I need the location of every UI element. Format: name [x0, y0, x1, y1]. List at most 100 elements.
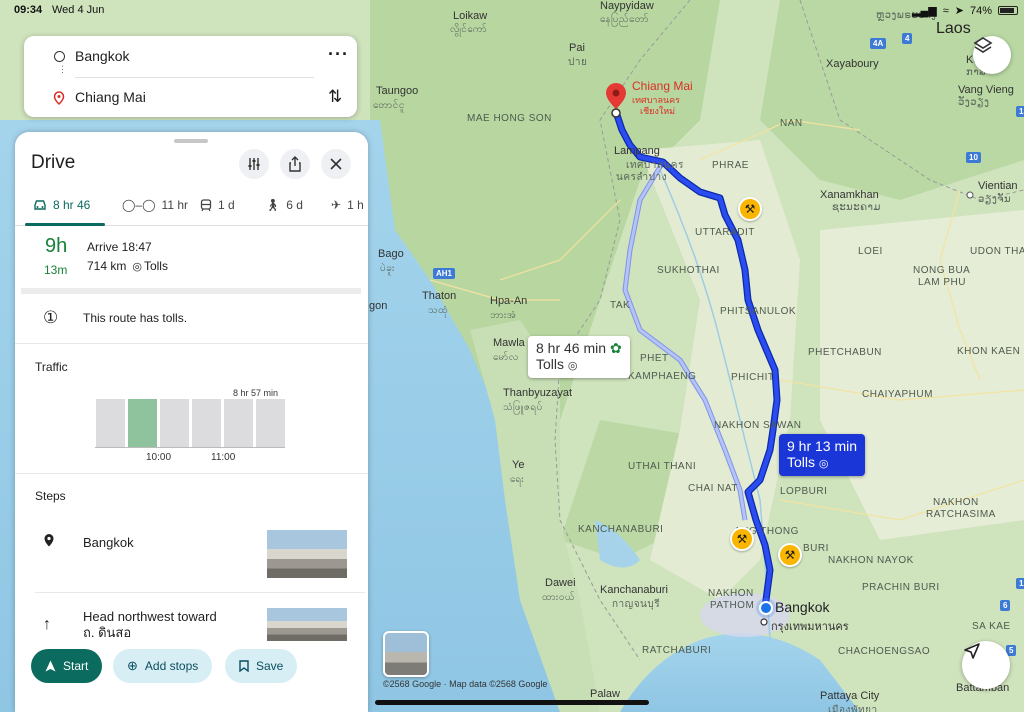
place-label: กาญจนบุรี — [612, 599, 661, 610]
place-label: Xanamkhan — [820, 189, 879, 201]
more-options-icon[interactable]: ··· — [328, 44, 349, 65]
place-label: Thanbyuzayat — [503, 387, 573, 399]
tab-motorbike-label: 11 hr — [161, 198, 189, 212]
destination-field[interactable]: Chiang Mai — [75, 89, 146, 105]
layers-icon — [973, 37, 993, 53]
traffic-tick: 11:00 — [211, 452, 236, 463]
road-shield: 4 — [902, 33, 913, 44]
main-route-time: 9 hr 13 min — [787, 438, 858, 454]
arrival-time: Arrive 18:47 — [87, 240, 152, 254]
step-item[interactable]: Bangkok — [15, 528, 368, 586]
tab-flight[interactable]: ✈︎ 1 h — [331, 198, 364, 212]
tab-flight-label: 1 h — [347, 198, 364, 212]
tab-walk[interactable]: 🚶︎ 6 d — [265, 198, 303, 212]
place-label: ရေး — [510, 474, 525, 485]
country-label: Laos — [936, 20, 971, 37]
close-icon — [330, 158, 342, 170]
drag-handle[interactable] — [174, 139, 208, 143]
step-street-view-photo[interactable] — [267, 608, 347, 641]
place-label: NAKHON — [708, 588, 754, 599]
place-label: CHAI NAT — [688, 483, 738, 494]
add-stops-button[interactable]: ⊕ Add stops — [113, 649, 213, 683]
road-shield: AH1 — [433, 268, 456, 279]
place-label: PHETCHABUN — [808, 347, 882, 358]
main-route-badge[interactable]: 9 hr 13 min Tolls ◎ — [779, 434, 866, 476]
tab-transit[interactable]: 1 d — [200, 198, 235, 212]
tab-transit-label: 1 d — [218, 198, 235, 212]
place-label: MAE HONG SON — [467, 113, 552, 124]
recenter-button[interactable] — [962, 641, 1010, 689]
step-text: Bangkok — [83, 535, 134, 550]
place-label: Pai — [569, 42, 585, 54]
roadwork-warning-icon[interactable]: ⚒ — [778, 543, 802, 567]
traffic-bar — [96, 399, 125, 447]
place-label: သထုံ — [428, 305, 449, 316]
directions-card: Bangkok ··· ⋮ Chiang Mai ⇅ — [24, 36, 357, 117]
place-label: PATHOM — [710, 600, 755, 611]
train-icon — [200, 198, 212, 211]
close-button[interactable] — [321, 149, 351, 179]
traffic-axis — [95, 447, 285, 448]
wifi-icon: ≈ — [942, 4, 949, 17]
origin-map-label-thai: กรุงเทพมหานคร — [771, 621, 849, 633]
origin-field[interactable]: Bangkok — [75, 48, 129, 64]
road-shield: 6 — [1000, 600, 1011, 611]
location-icon: ➤ — [954, 5, 964, 17]
step-street-view-photo[interactable] — [267, 530, 347, 578]
share-button[interactable] — [280, 149, 310, 179]
place-label: gon — [369, 300, 388, 312]
place-label: CHAIYAPHUM — [862, 389, 933, 400]
alt-route-badge[interactable]: 8 hr 46 min ✿ Tolls ◎ — [528, 336, 630, 378]
place-label: ຊະນະຄາມ — [832, 202, 881, 213]
step-text: Head northwest toward — [83, 609, 217, 624]
place-label: Xayaboury — [826, 58, 879, 70]
place-label: LAM PHU — [918, 277, 966, 288]
place-label: Dawei — [545, 577, 576, 589]
tab-drive[interactable]: 8 hr 46 — [33, 198, 90, 212]
distance-row: 714 km ◎ Tolls — [87, 259, 168, 273]
leaf-eco-icon: ✿ — [609, 340, 622, 356]
roadwork-warning-icon[interactable]: ⚒ — [738, 197, 762, 221]
steps-heading: Steps — [35, 489, 66, 503]
swap-directions-icon[interactable]: ⇅ — [328, 87, 342, 107]
street-view-thumbnail[interactable] — [383, 631, 429, 677]
destination-pin-icon — [53, 91, 65, 110]
toll-icon: ① — [43, 308, 59, 327]
place-label: ဘားအံ — [490, 310, 517, 321]
place-label: Lampang — [614, 145, 660, 157]
place-label: Pattaya City — [820, 690, 880, 702]
place-label: TAK — [610, 300, 631, 311]
eta-minutes: 13m — [44, 263, 68, 277]
place-label: Hpa-An — [490, 295, 528, 307]
place-label: Vientian — [978, 180, 1018, 192]
travel-mode-tabs: 8 hr 46 ◯–◯ 11 hr 1 d 🚶︎ 6 d ✈︎ 1 h — [15, 190, 368, 226]
toll-icon: ◎ — [818, 458, 829, 470]
map-attribution: ©2568 Google · Map data ©2568 Google — [383, 679, 548, 689]
place-label: RATCHABURI — [642, 645, 712, 656]
route-options-button[interactable] — [239, 149, 269, 179]
step-item[interactable]: ↑ Head northwest toward ถ. ดินสอ — [15, 606, 368, 646]
place-label: PHITSANULOK — [720, 306, 797, 317]
panel-title: Drive — [31, 152, 76, 173]
place-label: UDON THA — [970, 246, 1024, 257]
place-label: Taungoo — [376, 85, 419, 97]
status-time: 09:34 — [14, 4, 43, 16]
start-button[interactable]: Start — [31, 649, 103, 683]
origin-circle-icon — [54, 51, 65, 62]
home-indicator[interactable] — [375, 700, 649, 705]
place-label: UTHAI THANI — [628, 461, 697, 472]
roadwork-warning-icon[interactable]: ⚒ — [730, 527, 754, 551]
layers-button[interactable] — [973, 36, 1011, 74]
save-button[interactable]: Save — [225, 649, 298, 683]
place-label: Mawla — [493, 337, 525, 349]
status-date: Wed 4 Jun — [52, 4, 105, 16]
motorbike-icon: ◯–◯ — [122, 198, 156, 212]
traffic-bar — [160, 399, 189, 447]
battery-percent: 74% — [969, 4, 993, 17]
place-label: Kanchanaburi — [600, 584, 668, 596]
tolls-notice[interactable]: ① This route has tolls. — [15, 294, 368, 344]
traffic-bar-current — [128, 399, 157, 447]
place-label: PHET — [640, 353, 669, 364]
origin-map-label: Bangkok — [775, 599, 830, 615]
tab-motorbike[interactable]: ◯–◯ 11 hr — [122, 198, 188, 212]
